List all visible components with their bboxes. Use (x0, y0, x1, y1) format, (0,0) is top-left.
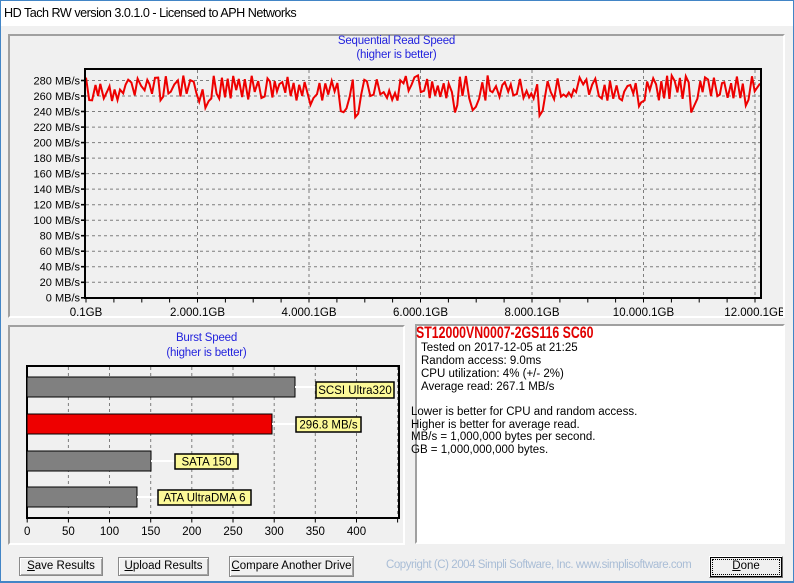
svg-text:4,000.1GB: 4,000.1GB (282, 307, 337, 319)
svg-text:200: 200 (182, 526, 201, 538)
svg-text:350: 350 (306, 526, 325, 538)
svg-text:400: 400 (347, 526, 366, 538)
svg-text:0 MB/s: 0 MB/s (46, 293, 81, 305)
svg-text:120 MB/s: 120 MB/s (34, 200, 81, 212)
svg-text:160 MB/s: 160 MB/s (34, 168, 81, 180)
svg-text:20 MB/s: 20 MB/s (40, 277, 81, 289)
svg-text:6,000.1GB: 6,000.1GB (393, 307, 448, 319)
svg-text:250: 250 (223, 526, 242, 538)
svg-text:280 MB/s: 280 MB/s (34, 75, 81, 87)
svg-text:180 MB/s: 180 MB/s (34, 153, 81, 165)
svg-text:2,000.1GB: 2,000.1GB (170, 307, 225, 319)
svg-text:220 MB/s: 220 MB/s (34, 122, 81, 134)
svg-text:0.1GB: 0.1GB (70, 307, 103, 319)
svg-text:0: 0 (24, 526, 30, 538)
svg-text:300: 300 (265, 526, 284, 538)
svg-text:296.8 MB/s: 296.8 MB/s (299, 420, 357, 432)
svg-text:60 MB/s: 60 MB/s (40, 246, 81, 258)
svg-text:100 MB/s: 100 MB/s (34, 215, 81, 227)
svg-text:200 MB/s: 200 MB/s (34, 137, 81, 149)
svg-text:ATA UltraDMA 6: ATA UltraDMA 6 (163, 493, 245, 505)
svg-text:40 MB/s: 40 MB/s (40, 262, 81, 274)
svg-text:50: 50 (62, 526, 75, 538)
svg-text:100: 100 (100, 526, 119, 538)
svg-text:SATA 150: SATA 150 (181, 457, 231, 469)
svg-text:140 MB/s: 140 MB/s (34, 184, 81, 196)
svg-text:12,000.1GB: 12,000.1GB (724, 307, 786, 319)
svg-text:240 MB/s: 240 MB/s (34, 106, 81, 118)
svg-text:150: 150 (141, 526, 160, 538)
svg-text:8,000.1GB: 8,000.1GB (505, 307, 560, 319)
svg-text:SCSI Ultra320: SCSI Ultra320 (318, 385, 392, 397)
svg-text:10,000.1GB: 10,000.1GB (613, 307, 675, 319)
svg-text:260 MB/s: 260 MB/s (34, 91, 81, 103)
svg-text:80 MB/s: 80 MB/s (40, 231, 81, 243)
